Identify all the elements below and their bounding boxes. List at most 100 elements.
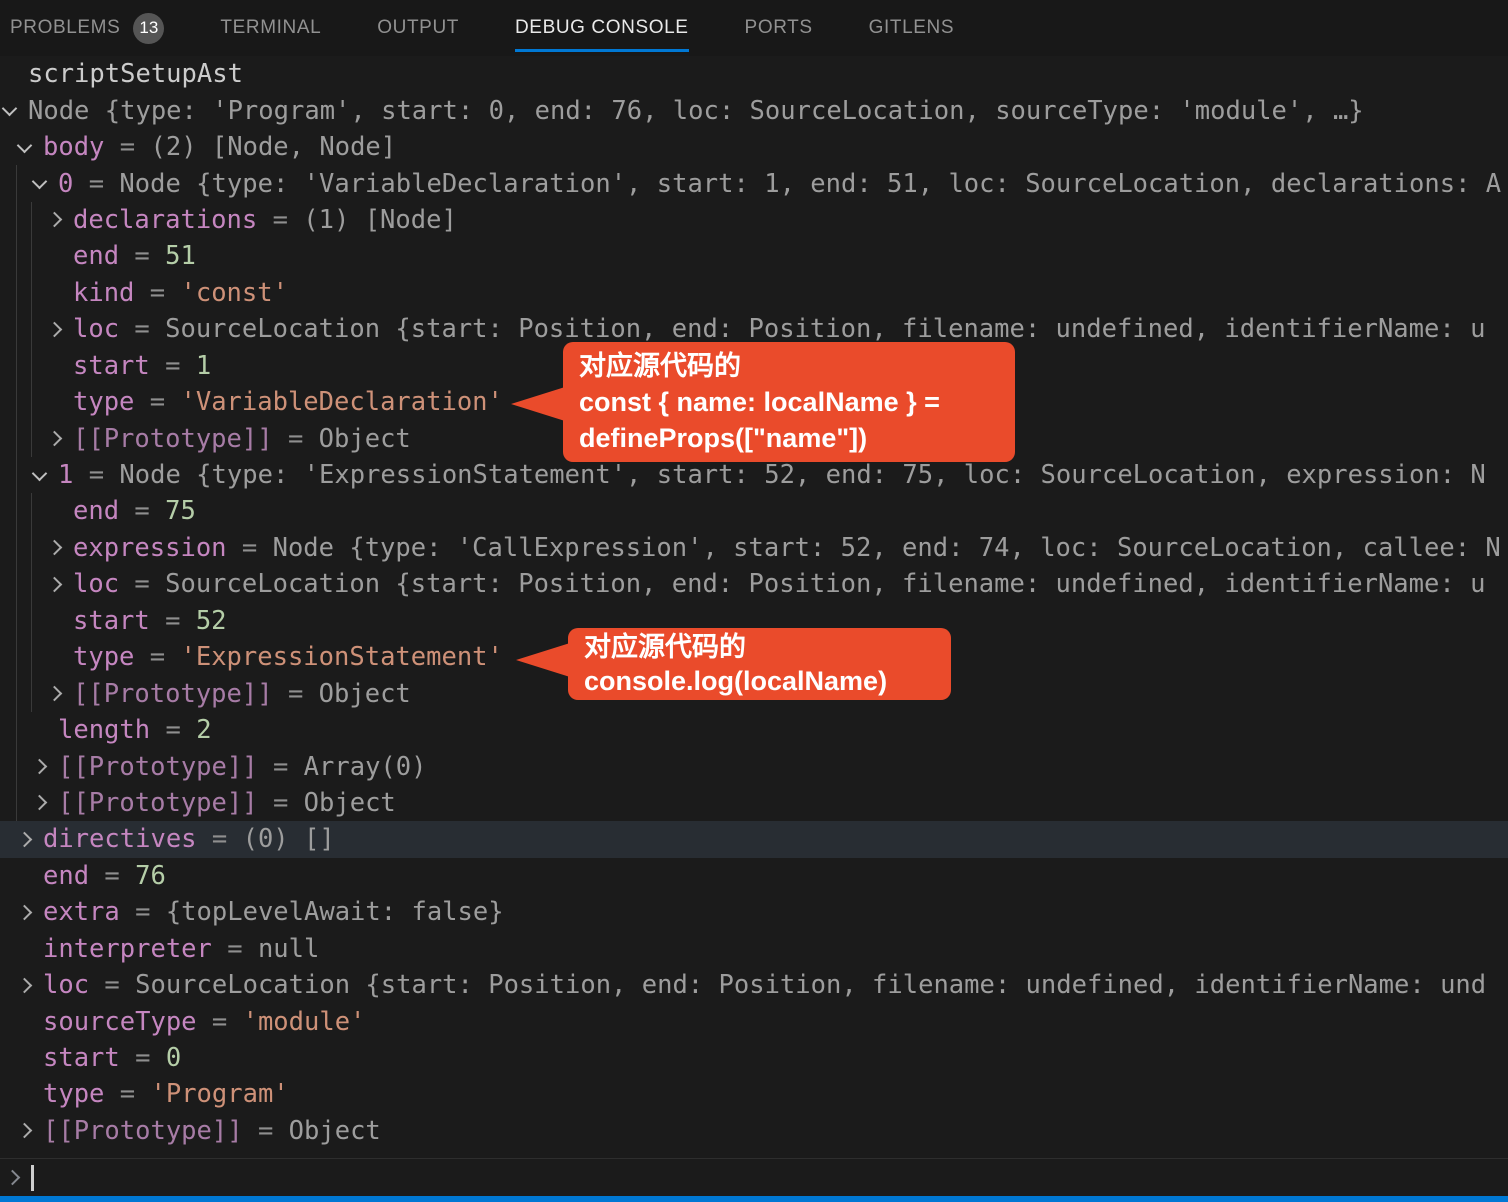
tab-output[interactable]: OUTPUT bbox=[377, 0, 459, 56]
value-segment-op: = bbox=[89, 970, 136, 1001]
chevron-down-icon[interactable] bbox=[31, 465, 48, 481]
value-segment-name: declarations bbox=[73, 204, 258, 235]
callout-line: const { name: localName } = bbox=[579, 387, 940, 417]
value-segment-num: 75 bbox=[165, 496, 196, 527]
twistie bbox=[46, 540, 73, 556]
tree-row-type[interactable]: type = 'Program' bbox=[0, 1076, 1508, 1112]
twistie bbox=[31, 173, 58, 190]
indent-guide bbox=[16, 383, 17, 421]
chevron-right-icon[interactable] bbox=[31, 758, 48, 775]
tree-row-body[interactable]: body = (2) [Node, Node] bbox=[0, 129, 1508, 165]
tab-ports[interactable]: PORTS bbox=[745, 0, 813, 56]
logged-expression: scriptSetupAst bbox=[0, 56, 1508, 92]
chevron-down-icon[interactable] bbox=[1, 100, 18, 117]
twistie bbox=[31, 465, 58, 481]
tree-row-declarations[interactable]: declarations = (1) [Node] bbox=[0, 201, 1508, 239]
input-cursor bbox=[31, 1164, 34, 1191]
value-segment-name: type bbox=[73, 387, 135, 418]
console-input[interactable] bbox=[0, 1158, 1508, 1196]
value-segment-op: = bbox=[257, 204, 304, 235]
tree-row-prototype[interactable]: [[Prototype]] = Object bbox=[0, 784, 1508, 822]
chevron-right-icon[interactable] bbox=[46, 540, 63, 556]
twistie bbox=[16, 904, 43, 921]
value-segment-str: 'Program' bbox=[150, 1079, 289, 1110]
debug-console: scriptSetupAst Node {type: 'Program', st… bbox=[0, 56, 1508, 1156]
chevron-right-icon[interactable] bbox=[16, 977, 33, 993]
value-segment-op: = bbox=[149, 605, 196, 636]
callout-line: defineProps(["name"]) bbox=[579, 423, 868, 453]
value-segment-op: = bbox=[119, 241, 166, 272]
indent-guide bbox=[16, 165, 17, 202]
tree-row-loc[interactable]: loc = SourceLocation {start: Position, e… bbox=[0, 566, 1508, 603]
tree-row-loc[interactable]: loc = SourceLocation {start: Position, e… bbox=[0, 967, 1508, 1003]
console-tree: Node {type: 'Program', start: 0, end: 76… bbox=[0, 92, 1508, 1149]
prompt-chevron-icon bbox=[4, 1169, 21, 1186]
tree-row-1[interactable]: 1 = Node {type: 'ExpressionStatement', s… bbox=[0, 456, 1508, 494]
indent-guide bbox=[16, 420, 17, 457]
indent-guide bbox=[31, 639, 32, 676]
callout-line: 对应源代码的 bbox=[584, 632, 746, 662]
tree-row-directives[interactable]: directives = (0) [] bbox=[0, 821, 1508, 858]
tree-row-prototype[interactable]: [[Prototype]] = Object bbox=[0, 1113, 1508, 1149]
indent-guide bbox=[16, 238, 17, 275]
tab-label: TERMINAL bbox=[220, 17, 322, 38]
logged-expression-label: scriptSetupAst bbox=[28, 59, 243, 90]
tree-row-0[interactable]: 0 = Node {type: 'VariableDeclaration', s… bbox=[0, 165, 1508, 202]
indent-guide bbox=[31, 602, 32, 639]
value-segment-name: 0 bbox=[58, 168, 74, 199]
tree-row-end[interactable]: end = 76 bbox=[0, 858, 1508, 894]
value-segment-op: = bbox=[89, 860, 136, 891]
indent-guide bbox=[31, 311, 32, 348]
tree-row-sourcetype[interactable]: sourceType = 'module' bbox=[0, 1003, 1508, 1039]
chevron-right-icon[interactable] bbox=[46, 430, 63, 447]
chevron-right-icon[interactable] bbox=[46, 685, 63, 702]
indent-guide bbox=[31, 566, 32, 603]
annotation-callout-variable-declaration: 对应源代码的 const { name: localName } = defin… bbox=[511, 342, 1015, 462]
value-segment-name: type bbox=[73, 642, 135, 673]
chevron-down-icon[interactable] bbox=[31, 173, 48, 190]
value-segment-str: 'VariableDeclaration' bbox=[180, 387, 503, 418]
tree-row-extra[interactable]: extra = {topLevelAwait: false} bbox=[0, 894, 1508, 930]
tree-row-interpreter[interactable]: interpreter = null bbox=[0, 931, 1508, 967]
indent-guide bbox=[16, 784, 17, 822]
tab-problems[interactable]: PROBLEMS 13 bbox=[10, 0, 165, 56]
value-segment-op: = bbox=[242, 1115, 289, 1146]
value-segment-op: = bbox=[119, 569, 166, 600]
tree-row-node-type-program-start-0-end-76-loc-sourcelocation-sourcetype-module[interactable]: Node {type: 'Program', start: 0, end: 76… bbox=[0, 92, 1508, 128]
tab-terminal[interactable]: TERMINAL bbox=[220, 0, 321, 56]
value-segment-op: = bbox=[257, 751, 304, 782]
indent-guide bbox=[16, 347, 17, 384]
value-segment-name: start bbox=[73, 350, 150, 381]
chevron-right-icon[interactable] bbox=[46, 576, 63, 593]
indent-guide bbox=[31, 493, 32, 530]
tree-row-prototype[interactable]: [[Prototype]] = Array(0) bbox=[0, 748, 1508, 785]
tree-row-length[interactable]: length = 2 bbox=[0, 711, 1508, 749]
value-segment-op: = bbox=[73, 460, 120, 491]
chevron-right-icon[interactable] bbox=[16, 1123, 33, 1139]
value-segment-op: = bbox=[119, 314, 166, 345]
chevron-down-icon[interactable] bbox=[16, 137, 33, 153]
callout-arrow-left-icon bbox=[516, 643, 570, 677]
tab-gitlens[interactable]: GITLENS bbox=[869, 0, 955, 56]
chevron-right-icon[interactable] bbox=[46, 212, 63, 228]
value-segment-op: = bbox=[257, 787, 304, 818]
value-segment-name: body bbox=[43, 132, 105, 163]
value-segment-gray: {topLevelAwait: false} bbox=[165, 897, 504, 928]
tree-row-expression[interactable]: expression = Node {type: 'CallExpression… bbox=[0, 529, 1508, 567]
tree-row-start[interactable]: start = 0 bbox=[0, 1040, 1508, 1076]
chevron-right-icon[interactable] bbox=[31, 795, 48, 811]
tab-label: GITLENS bbox=[868, 17, 955, 38]
tree-row-kind[interactable]: kind = 'const' bbox=[0, 274, 1508, 312]
value-segment-op: = bbox=[104, 1079, 151, 1110]
indent-guide bbox=[16, 602, 17, 639]
chevron-right-icon[interactable] bbox=[16, 904, 33, 921]
tree-row-end[interactable]: end = 75 bbox=[0, 493, 1508, 530]
value-segment-op: = bbox=[196, 824, 243, 855]
chevron-right-icon[interactable] bbox=[16, 831, 33, 848]
tab-debug-console[interactable]: DEBUG CONSOLE bbox=[514, 0, 689, 56]
chevron-right-icon[interactable] bbox=[46, 321, 63, 338]
twistie bbox=[31, 758, 58, 775]
twistie bbox=[46, 212, 73, 228]
indent-guide bbox=[16, 639, 17, 676]
tree-row-end[interactable]: end = 51 bbox=[0, 238, 1508, 275]
